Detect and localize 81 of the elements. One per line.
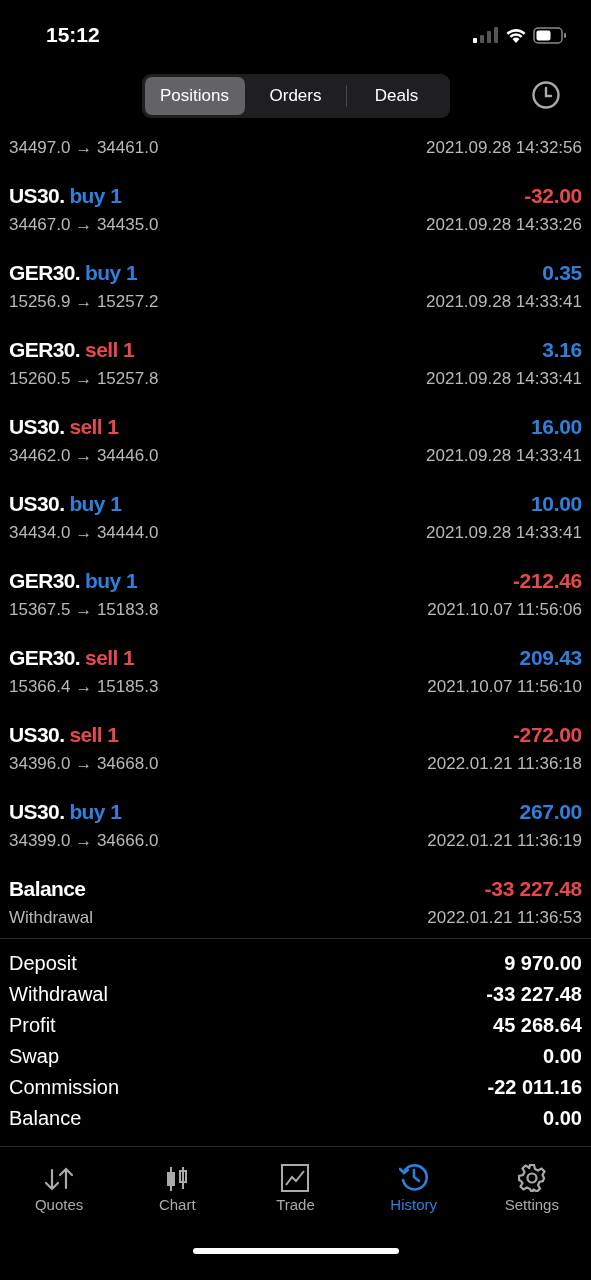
operation-type: Withdrawal [9, 908, 94, 928]
deal-time: 2021.09.28 14:33:41 [426, 523, 582, 543]
price-range: 15367.5 → 15183.8 [9, 600, 159, 620]
deal-time: 2021.09.28 14:32:56 [426, 138, 582, 158]
nav-tab[interactable]: History [363, 1157, 464, 1213]
price-range: 15366.4 → 15185.3 [9, 677, 159, 697]
summary-label: Swap [9, 1045, 60, 1068]
nav-tab[interactable]: Chart [127, 1157, 228, 1213]
price-range: 15260.5 → 15257.8 [9, 369, 159, 389]
deal-time: 2021.09.28 14:33:26 [426, 215, 582, 235]
segment-tab[interactable]: Deals [346, 77, 447, 115]
symbol-label: GER30. [9, 569, 81, 593]
line-chart-icon [281, 1164, 310, 1192]
deal-time: 2021.09.28 14:33:41 [426, 446, 582, 466]
price-range: 34396.0 → 34668.0 [9, 754, 159, 774]
clock-icon[interactable] [531, 80, 561, 110]
wifi-icon [505, 27, 527, 43]
profit-value: 10.00 [530, 492, 582, 516]
nav-tab[interactable]: Quotes [9, 1157, 110, 1213]
symbol-label: US30. [9, 184, 65, 208]
deal-time: 2021.09.28 14:33:41 [426, 292, 582, 312]
nav-tab[interactable]: Settings [481, 1157, 582, 1213]
profit-value: 0.35 [542, 261, 582, 285]
summary-value: 0.00 [543, 1045, 582, 1068]
deal-time: 2021.10.07 11:56:06 [427, 600, 582, 620]
history-icon [398, 1162, 429, 1192]
summary-label: Commission [9, 1076, 120, 1099]
trade-side: buy 1 [69, 184, 122, 208]
deal-time: 2021.09.28 14:33:41 [426, 369, 582, 389]
profit-value: -212.46 [512, 569, 582, 593]
summary-value: -22 011.16 [487, 1076, 582, 1099]
summary-value: 0.00 [543, 1107, 582, 1130]
candlestick-icon [165, 1166, 190, 1192]
summary-label: Deposit [9, 952, 77, 975]
profit-value: 209.43 [519, 646, 582, 670]
up-down-arrows-icon [44, 1166, 75, 1192]
price-range: 34434.0 → 34444.0 [9, 523, 159, 543]
summary-value: 9 970.00 [504, 952, 582, 975]
deal-time: 2022.01.21 11:36:19 [427, 831, 582, 851]
symbol-label: US30. [9, 723, 65, 747]
nav-tab[interactable]: Trade [245, 1157, 346, 1213]
profit-value: -272.00 [512, 723, 582, 747]
profit-value: -32.00 [524, 184, 582, 208]
segment-tab[interactable]: Positions [144, 77, 245, 115]
trade-side: buy 1 [85, 569, 137, 593]
symbol-label: US30. [9, 415, 65, 439]
price-range: 34462.0 → 34446.0 [9, 446, 159, 466]
price-range: 34467.0 → 34435.0 [9, 215, 159, 235]
trade-side: buy 1 [69, 800, 122, 824]
trade-side: sell 1 [85, 646, 135, 670]
symbol-label: US30. [9, 492, 65, 516]
price-range: 34497.0 → 34461.0 [9, 138, 159, 158]
deal-time: 2021.10.07 11:56:10 [427, 677, 582, 697]
balance-label: Balance [9, 877, 86, 901]
symbol-label: GER30. [9, 338, 81, 362]
summary-value: 45 268.64 [493, 1014, 582, 1037]
trade-side: sell 1 [69, 415, 119, 439]
trade-side: sell 1 [85, 338, 135, 362]
price-range: 34399.0 → 34666.0 [9, 831, 159, 851]
summary-label: Balance [9, 1107, 82, 1130]
status-time: 15:12 [46, 23, 100, 47]
symbol-label: GER30. [9, 646, 81, 670]
profit-value: 267.00 [519, 800, 582, 824]
deal-time: 2022.01.21 11:36:53 [427, 908, 582, 928]
trade-side: buy 1 [69, 492, 122, 516]
symbol-label: US30. [9, 800, 65, 824]
symbol-label: GER30. [9, 261, 81, 285]
profit-value: -33 227.48 [484, 877, 582, 901]
summary-value: -33 227.48 [486, 983, 582, 1006]
price-range: 15256.9 → 15257.2 [9, 292, 159, 312]
battery-icon [533, 26, 567, 44]
profit-value: 3.16 [542, 338, 582, 362]
trade-side: sell 1 [69, 723, 119, 747]
profit-value: 16.00 [530, 415, 582, 439]
signal-icon [473, 27, 499, 43]
segment-tab[interactable]: Orders [245, 77, 346, 115]
deal-time: 2022.01.21 11:36:18 [427, 754, 582, 774]
settings-icon [517, 1164, 546, 1192]
summary-label: Profit [9, 1014, 56, 1037]
summary-label: Withdrawal [9, 983, 108, 1006]
trade-side: buy 1 [85, 261, 137, 285]
